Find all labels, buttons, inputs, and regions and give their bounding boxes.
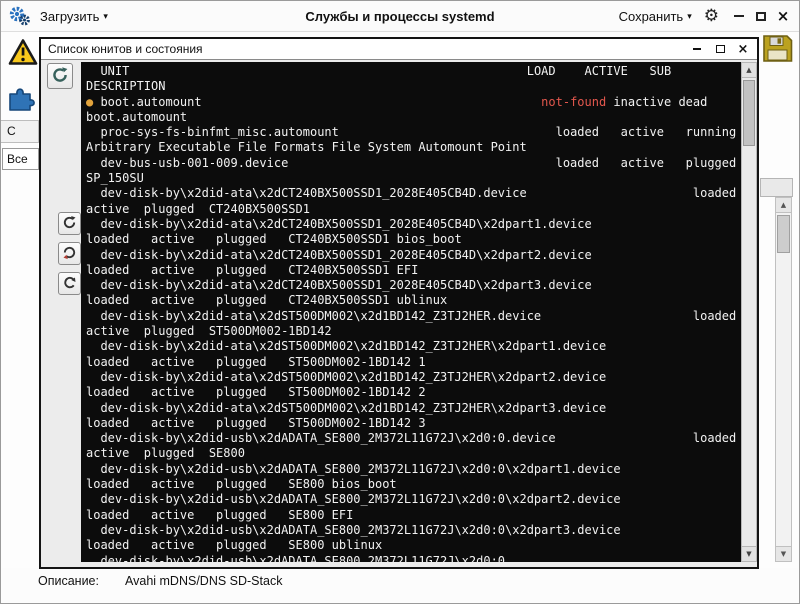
status-bar: Описание: Avahi mDNS/DNS SD-Stack — [2, 568, 798, 602]
terminal-line: loaded active plugged ST500DM002-1BD142 … — [86, 416, 741, 431]
terminal-line: dev-disk-by\x2did-usb\x2dADATA_SE800_2M3… — [86, 431, 741, 446]
terminal-line: proc-sys-fs-binfmt_misc.automount loaded… — [86, 125, 741, 140]
reload-units-button[interactable] — [58, 212, 81, 235]
dialog-close-button[interactable]: × — [736, 42, 750, 56]
terminal-line: dev-disk-by\x2did-ata\x2dST500DM002\x2d1… — [86, 309, 741, 324]
minimize-icon — [734, 15, 744, 17]
scrollbar-thumb[interactable] — [777, 215, 790, 253]
terminal-line: loaded active plugged SE800 EFI — [86, 508, 741, 523]
minimize-icon — [693, 48, 701, 50]
dialog-body: UNIT LOAD ACTIVE SUBDESCRIPTION● boot.au… — [41, 60, 757, 565]
minimize-button[interactable] — [731, 8, 747, 24]
close-button[interactable]: × — [775, 8, 791, 24]
terminal-line: active plugged ST500DM002-1BD142 — [86, 324, 741, 339]
terminal-output[interactable]: UNIT LOAD ACTIVE SUBDESCRIPTION● boot.au… — [81, 62, 741, 562]
filter-value: Все — [7, 152, 28, 166]
main-window: Загрузить ▾ Службы и процессы systemd Со… — [0, 0, 800, 604]
terminal-line: dev-disk-by\x2did-ata\x2dST500DM002\x2d1… — [86, 339, 741, 354]
chevron-down-icon: ▾ — [103, 11, 108, 22]
app-gears-icon — [9, 5, 31, 27]
scroll-down-icon[interactable]: ▼ — [742, 546, 756, 561]
dialog-titlebar: Список юнитов и состояния × — [41, 39, 757, 60]
terminal-line: loaded active plugged CT240BX500SSD1 ubl… — [86, 293, 741, 308]
warning-icon[interactable] — [8, 38, 38, 69]
scroll-up-icon[interactable]: ▲ — [776, 198, 791, 213]
history-arrow-icon — [62, 245, 77, 263]
reread-state-button[interactable] — [58, 242, 81, 265]
terminal-line: loaded active plugged SE800 bios_boot — [86, 477, 741, 492]
scroll-up-icon[interactable]: ▲ — [742, 63, 756, 78]
terminal-line: dev-disk-by\x2did-usb\x2dADATA_SE800_2M3… — [86, 462, 741, 477]
reset-button[interactable] — [58, 272, 81, 295]
terminal-line: dev-disk-by\x2did-ata\x2dCT240BX500SSD1_… — [86, 278, 741, 293]
refresh-button[interactable] — [47, 63, 73, 89]
terminal-line: dev-disk-by\x2did-ata\x2dCT240BX500SSD1_… — [86, 248, 741, 263]
puzzle-piece-icon — [7, 84, 35, 115]
terminal-line: active plugged SE800 — [86, 446, 741, 461]
save-button-label: Сохранить — [619, 9, 684, 24]
filter-combobox-fragment[interactable]: Все — [2, 148, 39, 170]
terminal-line: dev-bus-usb-001-009.device loaded active… — [86, 156, 741, 171]
load-button-label: Загрузить — [40, 9, 99, 24]
maximize-icon — [716, 45, 725, 53]
close-icon: × — [777, 9, 790, 24]
description-value: Avahi mDNS/DNS SD-Stack — [125, 574, 282, 588]
circular-arrows-icon — [62, 215, 77, 233]
close-icon: × — [738, 43, 749, 56]
dialog-maximize-button[interactable] — [713, 42, 727, 56]
window-controls: × — [731, 8, 791, 24]
terminal-line: active plugged CT240BX500SSD1 — [86, 202, 741, 217]
description-label: Описание: — [38, 574, 99, 588]
terminal-line: dev-disk-by\x2did-usb\x2dADATA_SE800_2M3… — [86, 554, 741, 563]
page-title: Службы и процессы systemd — [121, 9, 679, 24]
tab-services-fragment[interactable]: С — [1, 120, 39, 143]
table-header-fragment — [760, 178, 793, 197]
terminal-line: loaded active plugged CT240BX500SSD1 bio… — [86, 232, 741, 247]
terminal-line: dev-disk-by\x2did-ata\x2dST500DM002\x2d1… — [86, 401, 741, 416]
terminal-line: DESCRIPTION — [86, 79, 741, 94]
dialog-minimize-button[interactable] — [690, 42, 704, 56]
terminal-line: dev-disk-by\x2did-ata\x2dCT240BX500SSD1_… — [86, 217, 741, 232]
maximize-button[interactable] — [753, 8, 769, 24]
settings-gear-icon[interactable]: ⚙ — [704, 8, 719, 25]
dialog-title: Список юнитов и состояния — [48, 42, 203, 56]
load-dropdown-button[interactable]: Загрузить ▾ — [40, 9, 108, 24]
terminal-line: boot.automount — [86, 110, 741, 125]
terminal-line: loaded active plugged ST500DM002-1BD142 … — [86, 355, 741, 370]
maximize-icon — [756, 12, 766, 21]
refresh-icon — [51, 66, 69, 87]
terminal-line: SP_150SU — [86, 171, 741, 186]
terminal-line: loaded active plugged ST500DM002-1BD142 … — [86, 385, 741, 400]
terminal-scrollbar[interactable]: ▲ ▼ — [741, 62, 757, 562]
save-floppy-icon[interactable] — [762, 34, 793, 66]
terminal-line: UNIT LOAD ACTIVE SUB — [86, 64, 741, 79]
main-titlebar: Загрузить ▾ Службы и процессы systemd Со… — [1, 1, 799, 32]
terminal-line: Arbitrary Executable File Formats File S… — [86, 140, 741, 155]
terminal-line: ● boot.automount not-found inactive dead — [86, 95, 741, 110]
scroll-down-icon[interactable]: ▼ — [776, 546, 791, 561]
terminal-line: dev-disk-by\x2did-usb\x2dADATA_SE800_2M3… — [86, 523, 741, 538]
terminal-line: dev-disk-by\x2did-ata\x2dST500DM002\x2d1… — [86, 370, 741, 385]
chevron-down-icon: ▾ — [687, 11, 692, 22]
units-dialog: Список юнитов и состояния × — [39, 37, 759, 569]
main-table-scrollbar[interactable]: ▲ ▼ — [775, 197, 792, 562]
rotate-arrow-icon — [62, 275, 77, 293]
terminal-line: dev-disk-by\x2did-usb\x2dADATA_SE800_2M3… — [86, 492, 741, 507]
dialog-window-controls: × — [690, 42, 750, 56]
terminal-line: loaded active plugged SE800 ublinux — [86, 538, 741, 553]
terminal-line: dev-disk-by\x2did-ata\x2dCT240BX500SSD1_… — [86, 186, 741, 201]
scrollbar-thumb[interactable] — [743, 80, 755, 146]
save-dropdown-button[interactable]: Сохранить ▾ — [619, 9, 692, 24]
tab-label: С — [7, 124, 16, 138]
terminal-line: loaded active plugged CT240BX500SSD1 EFI — [86, 263, 741, 278]
